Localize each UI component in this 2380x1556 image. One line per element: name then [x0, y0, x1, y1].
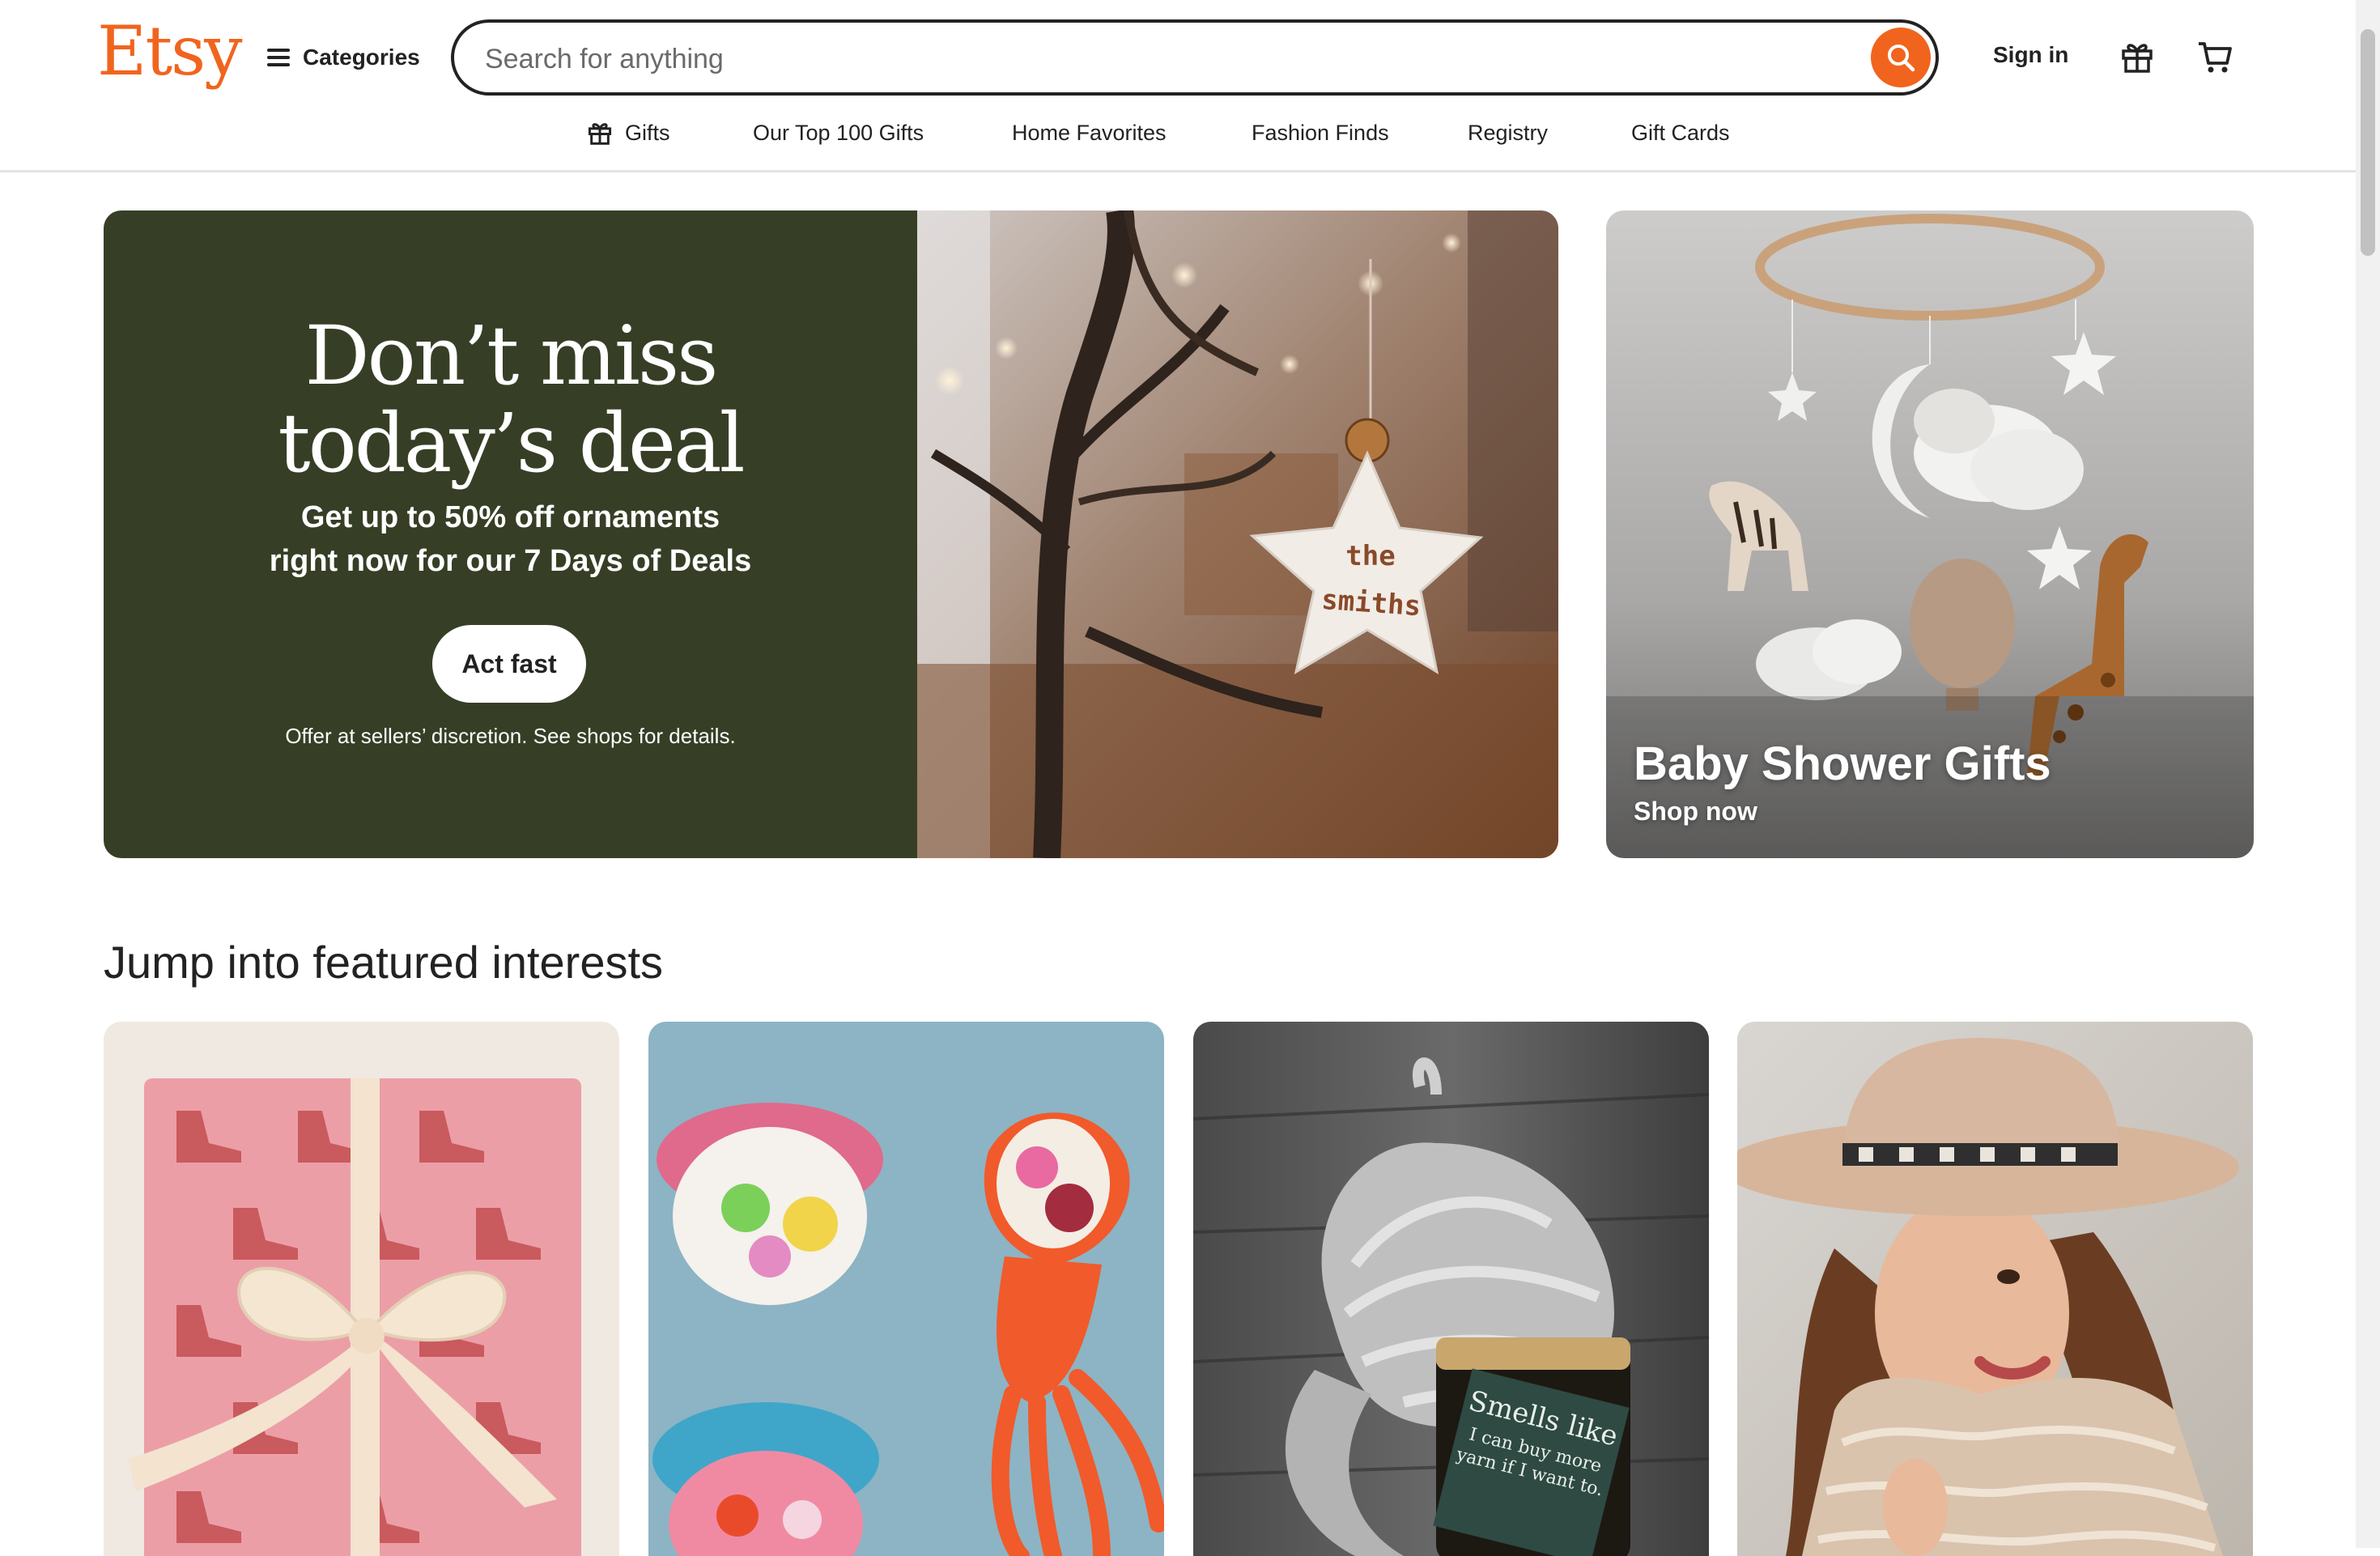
baby-shower-title: Baby Shower Gifts: [1634, 738, 2051, 790]
nav-item-registry[interactable]: Registry: [1468, 113, 1548, 152]
hero-subtitle: Get up to 50% off ornaments right now fo…: [269, 500, 752, 578]
hero-title: Don’t miss today’s deal: [278, 308, 745, 491]
gift-icon: [588, 123, 612, 145]
hat-scarf-photo: [1737, 1022, 2253, 1556]
nav-item-gifts[interactable]: Gifts: [586, 113, 670, 152]
interest-card-gift-wrap[interactable]: [104, 1022, 619, 1556]
sign-in-link[interactable]: Sign in: [1993, 42, 2068, 68]
search-button[interactable]: [1871, 28, 1931, 87]
scrollbar-thumb[interactable]: [2361, 29, 2375, 256]
main-nav: Gifts Our Top 100 Gifts Home Favorites F…: [0, 113, 2380, 152]
shop-now-link[interactable]: Shop now: [1634, 797, 1757, 827]
etsy-logo[interactable]: Etsy: [97, 11, 243, 91]
gift-wrap-photo: [104, 1022, 619, 1556]
search-icon: [1888, 45, 1915, 72]
yarn-candle-photo: Smells like I can buy more yarn if I wan…: [1193, 1022, 1709, 1556]
categories-label: Categories: [303, 45, 420, 70]
page-scrollbar[interactable]: [2356, 0, 2380, 1548]
baby-shower-promo[interactable]: Baby Shower Gifts Shop now: [1606, 210, 2254, 858]
nav-item-fashion-finds[interactable]: Fashion Finds: [1252, 113, 1389, 152]
nav-item-home-favorites[interactable]: Home Favorites: [1012, 113, 1167, 152]
featured-interests-title: Jump into featured interests: [104, 937, 664, 988]
nav-item-top-100-gifts[interactable]: Our Top 100 Gifts: [753, 113, 924, 152]
act-fast-button[interactable]: Act fast: [432, 625, 586, 703]
nav-item-gift-cards[interactable]: Gift Cards: [1631, 113, 1730, 152]
offer-disclaimer: Offer at sellers’ discretion. See shops …: [285, 724, 736, 748]
gift-mode-button[interactable]: [2113, 32, 2161, 81]
gift-icon: [2122, 44, 2153, 73]
cart-icon: [2199, 42, 2232, 73]
search-input[interactable]: [483, 37, 1814, 81]
interest-card-yarn-candle[interactable]: Smells like I can buy more yarn if I wan…: [1193, 1022, 1709, 1556]
hamburger-icon: [267, 49, 290, 66]
interest-card-embroidered-brooches[interactable]: [648, 1022, 1164, 1556]
search-bar: [451, 19, 1939, 96]
ornament-text-1: the: [1345, 540, 1395, 572]
deal-banner: Don’t miss today’s deal Get up to 50% of…: [104, 210, 1558, 858]
brooches-photo: [648, 1022, 1164, 1556]
categories-button[interactable]: Categories: [267, 36, 420, 79]
site-header: Etsy Categories Sign in: [0, 0, 2380, 172]
interest-card-hat-scarf[interactable]: [1737, 1022, 2253, 1556]
deal-panel: Don’t miss today’s deal Get up to 50% of…: [104, 210, 917, 858]
ornament-text-2: smiths: [1320, 584, 1422, 623]
cart-button[interactable]: [2191, 32, 2239, 81]
ornament-photo[interactable]: the smiths: [917, 210, 1558, 858]
nav-label: Gifts: [625, 120, 670, 145]
